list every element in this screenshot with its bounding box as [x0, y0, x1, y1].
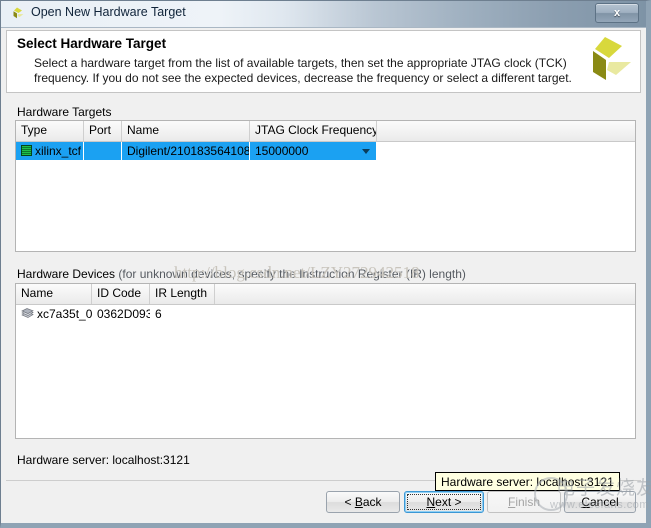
- cancel-button-suffix: ancel: [589, 495, 619, 509]
- column-header-type[interactable]: Type: [16, 121, 84, 141]
- cell-filler: [377, 142, 635, 160]
- page-description: Select a hardware target from the list o…: [34, 56, 572, 85]
- cell-ir-length[interactable]: 6: [150, 305, 215, 323]
- page-title: Select Hardware Target: [17, 36, 167, 51]
- hardware-devices-header-row: Name ID Code IR Length: [16, 284, 635, 305]
- column-header-port[interactable]: Port: [84, 121, 122, 141]
- layers-icon: [21, 307, 34, 319]
- column-header-device-name[interactable]: Name: [16, 284, 92, 304]
- jtag-clock-frequency-value: 15000000: [255, 144, 309, 158]
- dialog-window-inner: Open New Hardware Target x Select Hardwa…: [1, 1, 651, 523]
- close-button[interactable]: x: [595, 3, 639, 23]
- table-row[interactable]: xc7a35t_0 0362D093 6: [16, 305, 635, 323]
- title-bar: Open New Hardware Target x: [1, 1, 646, 28]
- column-header-jtag-clock-frequency[interactable]: JTAG Clock Frequency: [250, 121, 377, 141]
- cell-port[interactable]: [84, 142, 122, 160]
- cell-device-name[interactable]: xc7a35t_0: [16, 305, 92, 323]
- dialog-window: Open New Hardware Target x Select Hardwa…: [0, 0, 651, 528]
- hardware-devices-label: Hardware Devices (for unknown devices, s…: [17, 267, 466, 281]
- next-button[interactable]: Next >: [404, 491, 484, 513]
- hardware-devices-label-text: Hardware Devices: [17, 267, 116, 281]
- xilinx-logo-icon: [9, 6, 25, 22]
- cell-name[interactable]: Digilent/210183564108A: [122, 142, 250, 160]
- column-header-id-code[interactable]: ID Code: [92, 284, 150, 304]
- cell-id-code[interactable]: 0362D093: [92, 305, 150, 323]
- cell-type-text: xilinx_tcf: [35, 144, 82, 158]
- column-header-device-filler: [215, 284, 635, 304]
- status-text: Hardware server: localhost:3121: [17, 453, 190, 467]
- column-header-name[interactable]: Name: [122, 121, 250, 141]
- hardware-devices-table[interactable]: Name ID Code IR Length xc7a35t_0 0362D09…: [15, 283, 636, 439]
- xilinx-logo-icon: [576, 35, 632, 91]
- back-button-suffix: ack: [362, 495, 382, 509]
- hardware-devices-label-note: (for unknown devices, specify the Instru…: [118, 267, 466, 281]
- dialog-body: Hardware Targets Type Port Name JTAG Clo…: [6, 93, 641, 478]
- cell-device-filler: [215, 305, 635, 323]
- hardware-targets-table[interactable]: Type Port Name JTAG Clock Frequency xili…: [15, 120, 636, 252]
- window-title: Open New Hardware Target: [31, 5, 186, 19]
- finish-button: Finish: [487, 491, 561, 513]
- tooltip: Hardware server: localhost:3121: [435, 472, 620, 491]
- back-button[interactable]: < Back: [326, 491, 400, 513]
- cancel-button[interactable]: Cancel: [564, 491, 636, 513]
- cell-device-name-text: xc7a35t_0: [37, 307, 92, 321]
- cancel-button-mnemonic: C: [581, 495, 590, 509]
- chip-icon: [21, 145, 32, 156]
- back-button-mnemonic: B: [354, 495, 363, 509]
- cell-type[interactable]: xilinx_tcf: [16, 142, 84, 160]
- chevron-down-icon[interactable]: [362, 149, 370, 154]
- column-header-ir-length[interactable]: IR Length: [150, 284, 215, 304]
- hardware-targets-label-text: Hardware Targets: [17, 105, 112, 119]
- wizard-header: Select Hardware Target Select a hardware…: [6, 30, 641, 93]
- column-header-filler: [377, 121, 635, 141]
- back-button-prefix: <: [344, 495, 355, 509]
- table-row[interactable]: xilinx_tcf Digilent/210183564108A 150000…: [16, 142, 635, 160]
- focus-ring: [407, 494, 481, 510]
- finish-button-suffix: inish: [515, 495, 541, 509]
- hardware-targets-label: Hardware Targets: [17, 105, 112, 119]
- hardware-targets-header-row: Type Port Name JTAG Clock Frequency: [16, 121, 635, 142]
- jtag-clock-frequency-dropdown[interactable]: 15000000: [250, 142, 377, 160]
